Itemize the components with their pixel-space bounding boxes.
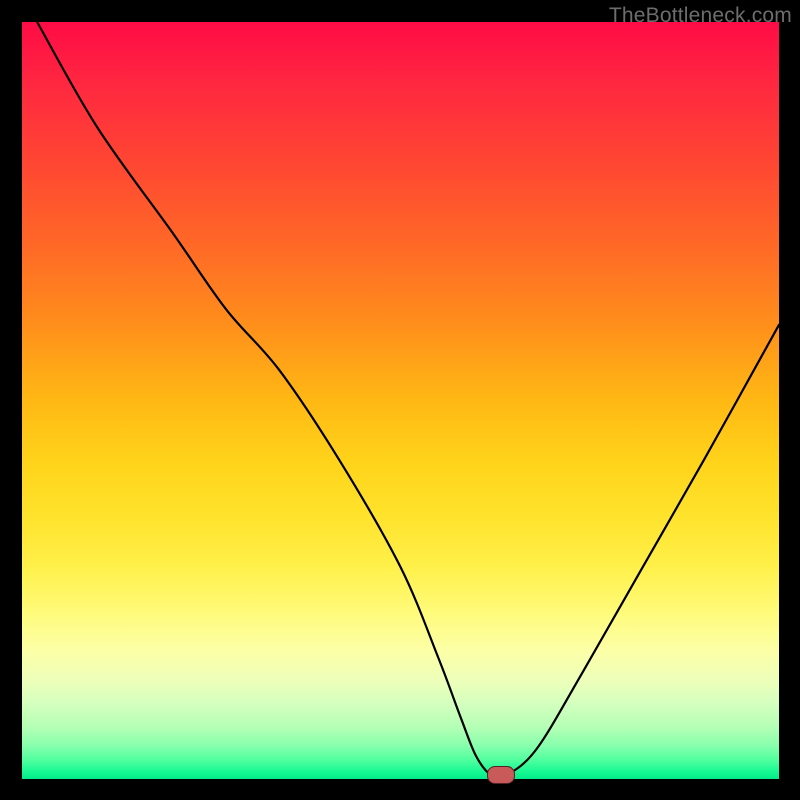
attribution-watermark: TheBottleneck.com xyxy=(609,4,792,28)
optimal-point-marker xyxy=(487,766,515,784)
curve-svg xyxy=(22,22,779,779)
bottleneck-curve-path xyxy=(37,22,779,778)
plot-area xyxy=(22,22,779,779)
chart-frame: TheBottleneck.com xyxy=(0,0,800,800)
